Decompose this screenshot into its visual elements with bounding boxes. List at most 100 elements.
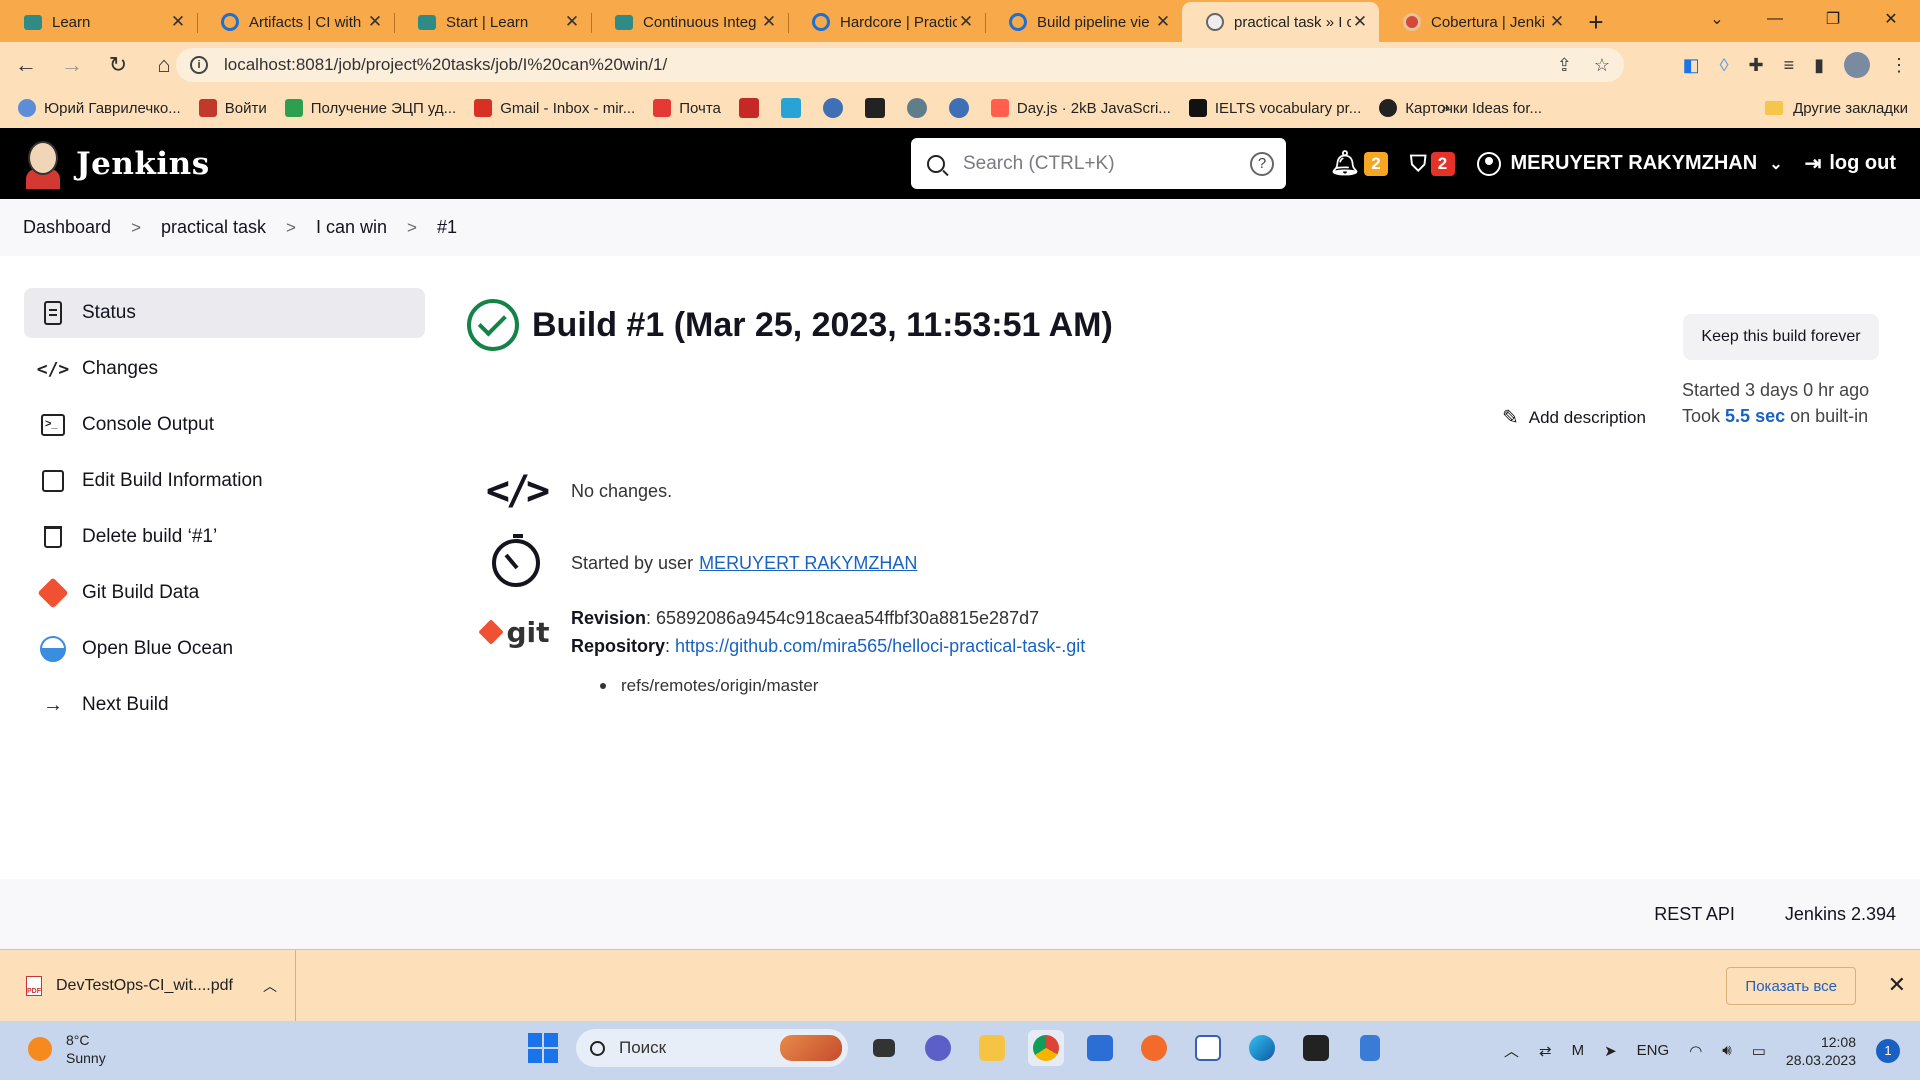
keep-build-forever-button[interactable]: Keep this build forever — [1683, 314, 1879, 360]
side-panel-icon[interactable]: ▮ — [1814, 55, 1824, 76]
close-icon[interactable]: ✕ — [563, 12, 581, 32]
browser-tab[interactable]: Cobertura | Jenki ✕ — [1379, 2, 1576, 42]
close-icon[interactable]: ✕ — [1154, 12, 1172, 32]
browser-tab[interactable]: Start | Learn ✕ — [394, 2, 591, 42]
bookmark-star-icon[interactable]: ☆ — [1594, 55, 1610, 76]
security-button[interactable]: ⛉ 2 — [1410, 151, 1455, 177]
app-icon[interactable] — [1136, 1030, 1172, 1066]
bookmark-icon-only[interactable] — [780, 98, 801, 118]
browser-tab[interactable]: Continuous Integ ✕ — [591, 2, 788, 42]
chevron-down-icon[interactable]: ⌄ — [1769, 154, 1782, 174]
sidebar-item-changes[interactable]: </> Changes — [24, 344, 425, 394]
edge-icon[interactable] — [1244, 1030, 1280, 1066]
translate-icon[interactable]: ◧ — [1683, 55, 1700, 76]
drop-extension-icon[interactable]: ◊ — [1720, 55, 1729, 76]
sidebar-item-next-build[interactable]: → Next Build — [24, 680, 425, 730]
browser-tab[interactable]: Learn ✕ — [0, 2, 197, 42]
close-icon[interactable]: ✕ — [957, 12, 975, 32]
minimize-icon[interactable]: — — [1746, 0, 1804, 38]
tab-search-icon[interactable]: ⌄ — [1688, 0, 1746, 38]
share-icon[interactable]: ⇪ — [1557, 55, 1572, 76]
menu-dots-icon[interactable]: ⋮ — [1890, 55, 1908, 76]
chrome-icon[interactable] — [1028, 1030, 1064, 1066]
bookmarks-overflow-button[interactable]: » — [1441, 99, 1450, 117]
tray-app-icon[interactable]: M — [1572, 1042, 1585, 1059]
bookmark-item[interactable]: Почта — [653, 99, 721, 117]
close-icon[interactable]: ✕ — [366, 12, 384, 32]
chat-icon[interactable] — [920, 1030, 956, 1066]
bookmark-icon-only[interactable] — [864, 98, 885, 118]
jenkins-version-link[interactable]: Jenkins 2.394 — [1785, 904, 1896, 925]
show-all-downloads-button[interactable]: Показать все — [1726, 967, 1856, 1005]
taskbar-search[interactable]: Поиск — [576, 1029, 848, 1067]
sidebar-item-git-build-data[interactable]: Git Build Data — [24, 568, 425, 618]
user-menu[interactable]: MERUYERT RAKYMZHAN ⌄ — [1476, 151, 1783, 176]
task-view-icon[interactable] — [866, 1030, 902, 1066]
sidebar-item-status[interactable]: Status — [24, 288, 425, 338]
breadcrumb-job[interactable]: I can win — [316, 217, 387, 238]
close-icon[interactable]: ✕ — [169, 12, 187, 32]
download-item[interactable]: PDF DevTestOps-CI_wit....pdf ︿ — [0, 949, 296, 1022]
clock[interactable]: 12:08 28.03.2023 — [1786, 1033, 1856, 1069]
breadcrumb-build[interactable]: #1 — [437, 217, 457, 238]
forward-icon[interactable]: → — [52, 45, 92, 85]
close-icon[interactable]: ✕ — [760, 12, 778, 32]
rest-api-link[interactable]: REST API — [1654, 904, 1735, 925]
other-bookmarks-folder[interactable]: Другие закладки — [1765, 100, 1908, 117]
bookmark-item[interactable]: Day.js · 2kB JavaScri... — [990, 99, 1171, 117]
wifi-icon[interactable]: ◠ — [1689, 1042, 1702, 1060]
sidebar-item-console-output[interactable]: >_ Console Output — [24, 400, 425, 450]
location-icon[interactable]: ➤ — [1604, 1042, 1617, 1060]
reload-icon[interactable]: ↻ — [98, 45, 138, 85]
bookmark-item[interactable]: Войти — [198, 99, 267, 117]
bookmark-item[interactable]: Gmail - Inbox - mir... — [474, 99, 635, 117]
mail-app-icon[interactable] — [1190, 1030, 1226, 1066]
browser-tab-active[interactable]: practical task » I c ✕ — [1182, 2, 1379, 42]
help-icon[interactable]: ? — [1250, 151, 1274, 176]
store-icon[interactable] — [1082, 1030, 1118, 1066]
terminal-app-icon[interactable] — [1298, 1030, 1334, 1066]
close-icon[interactable]: ✕ — [1548, 12, 1566, 32]
language-indicator[interactable]: ENG — [1637, 1042, 1670, 1059]
bookmark-item[interactable]: Получение ЭЦП уд... — [284, 99, 456, 117]
extensions-puzzle-icon[interactable]: ✚ — [1748, 55, 1763, 76]
sync-icon[interactable]: ⇄ — [1539, 1042, 1552, 1060]
restore-icon[interactable]: ❐ — [1804, 0, 1862, 38]
bookmark-item[interactable]: Карточки Ideas for... — [1379, 99, 1542, 117]
bookmark-item[interactable]: IELTS vocabulary pr... — [1188, 99, 1361, 117]
profile-avatar[interactable] — [1844, 52, 1870, 78]
site-info-icon[interactable]: i — [190, 56, 208, 74]
new-tab-button[interactable]: + — [1576, 2, 1616, 42]
close-icon[interactable]: ✕ — [1351, 12, 1369, 32]
jenkins-home-link[interactable]: Jenkins — [22, 139, 210, 189]
started-by-user-link[interactable]: MERUYERT RAKYMZHAN — [699, 553, 917, 574]
browser-tab[interactable]: Hardcore | Practic ✕ — [788, 2, 985, 42]
browser-tab[interactable]: Build pipeline vie ✕ — [985, 2, 1182, 42]
reading-list-icon[interactable]: ≡ — [1784, 55, 1795, 76]
windows-start-icon[interactable] — [528, 1033, 558, 1063]
browser-tab[interactable]: Artifacts | CI with ✕ — [197, 2, 394, 42]
close-icon[interactable]: ✕ — [1888, 972, 1906, 998]
sidebar-item-edit-build-information[interactable]: Edit Build Information — [24, 456, 425, 506]
add-description-button[interactable]: ✎ Add description — [1502, 405, 1646, 430]
notifications-button[interactable]: 🔔︎ 2 — [1330, 149, 1388, 178]
bookmark-icon-only[interactable] — [822, 98, 843, 118]
chevron-up-icon[interactable]: ︿ — [263, 976, 277, 996]
breadcrumb-dashboard[interactable]: Dashboard — [23, 217, 111, 238]
bookmark-icon-only[interactable] — [906, 98, 927, 118]
logout-link[interactable]: ⇥ log out — [1805, 151, 1896, 176]
sidebar-item-open-blue-ocean[interactable]: Open Blue Ocean — [24, 624, 425, 674]
weather-widget[interactable]: 8°C Sunny — [28, 1031, 106, 1067]
file-explorer-icon[interactable] — [974, 1030, 1010, 1066]
close-window-icon[interactable]: ✕ — [1862, 0, 1920, 38]
bookmark-icon-only[interactable] — [948, 98, 969, 118]
breadcrumb-folder[interactable]: practical task — [161, 217, 266, 238]
back-icon[interactable]: ← — [6, 45, 46, 85]
address-bar[interactable]: i localhost:8081/job/project%20tasks/job… — [176, 48, 1624, 82]
notification-count-badge[interactable]: 1 — [1876, 1038, 1900, 1063]
bookmark-item[interactable]: Юрий Гаврилечко... — [18, 99, 181, 117]
search-box[interactable]: Search (CTRL+K) ? — [911, 138, 1286, 189]
bookmark-icon-only[interactable] — [738, 98, 759, 118]
volume-icon[interactable]: 🔊︎ — [1722, 1042, 1731, 1059]
chevron-up-icon[interactable]: ︿ — [1504, 1040, 1519, 1061]
